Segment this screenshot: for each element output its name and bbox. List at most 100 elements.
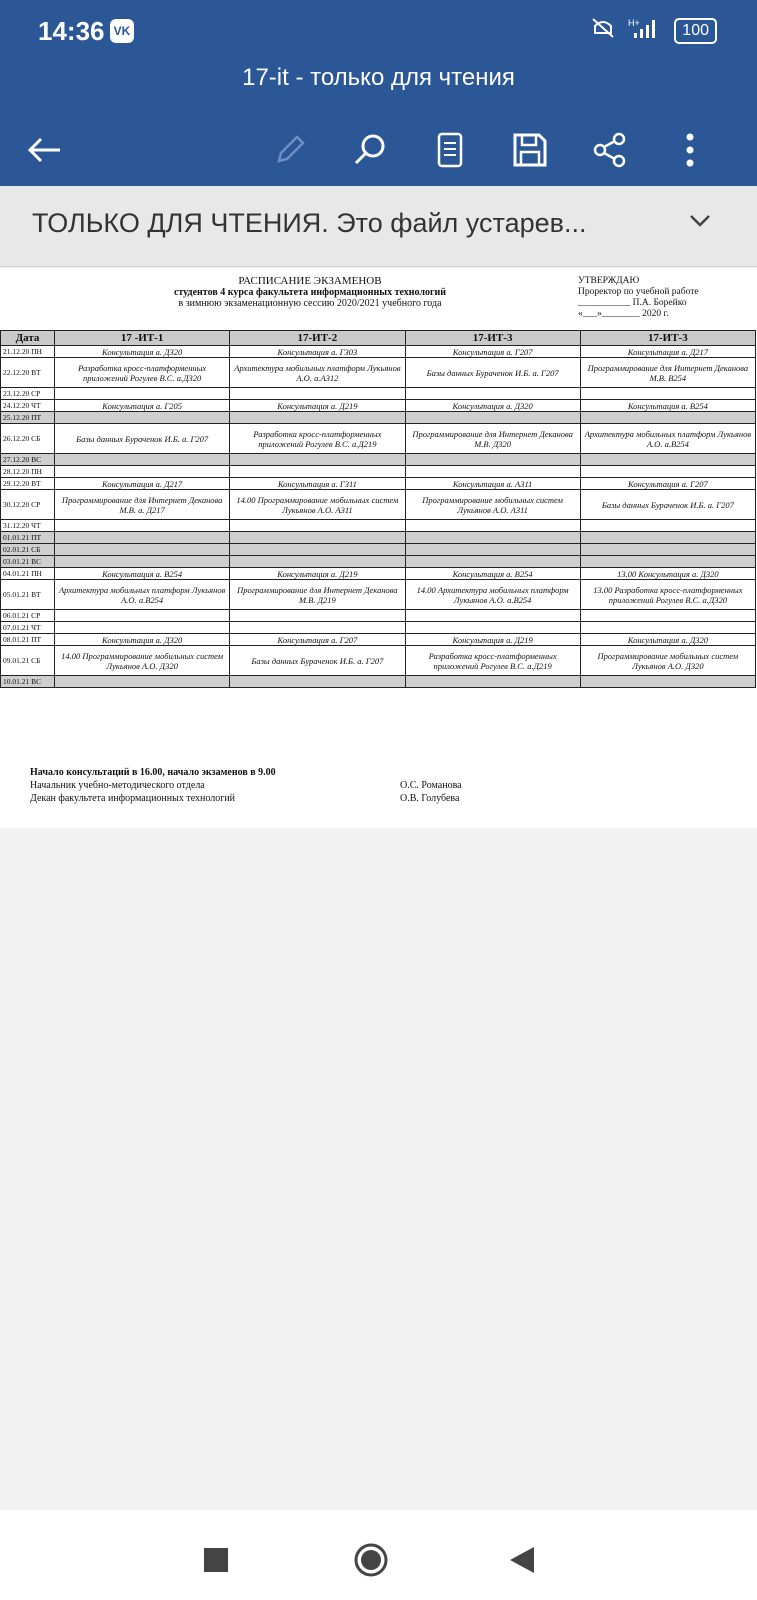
doc-subtitle-2: в зимнюю экзаменационную сессию 2020/202… xyxy=(178,298,442,309)
table-row: 02.01.21 СБ xyxy=(0,543,757,556)
exam-cell: Базы данных Бураченок И.Б. а. Г207 xyxy=(404,357,581,388)
toolbar xyxy=(0,122,757,182)
exam-cell xyxy=(404,621,581,634)
date-cell: 22.12.20 ВТ xyxy=(0,357,55,388)
exam-cell xyxy=(53,387,231,400)
exam-cell: 13.00 Разработка кросс-платформенных при… xyxy=(579,579,757,610)
approve-line-4: «___»________ 2020 г. xyxy=(578,309,669,319)
exam-cell xyxy=(579,555,757,568)
doc-subtitle-1: студентов 4 курса факультета информацион… xyxy=(173,287,447,298)
exam-cell: Консультация а. Д320 xyxy=(404,399,581,412)
table-row: 08.01.21 ПТ Консультация а. Д320 Консульта… xyxy=(0,633,757,646)
chevron-down-icon[interactable] xyxy=(689,214,711,233)
exam-cell xyxy=(579,543,757,556)
exam-cell: Программирование мобильных систем Лукьян… xyxy=(404,489,581,520)
date-cell: 25.12.20 ПТ xyxy=(0,411,55,424)
exam-cell: Разработка кросс-платформенных приложени… xyxy=(229,423,406,454)
exam-cell xyxy=(579,453,757,466)
back-button[interactable] xyxy=(492,1530,552,1590)
exam-cell xyxy=(229,609,406,622)
exam-cell xyxy=(53,609,231,622)
share-icon[interactable] xyxy=(582,122,638,178)
footer-line-2: Начальник учебно-методического отдела О.С… xyxy=(30,779,462,792)
pencil-icon[interactable] xyxy=(262,122,318,178)
exam-cell: Консультация а. А311 xyxy=(404,477,581,490)
exam-cell: Консультация а. В254 xyxy=(579,399,757,412)
status-icons: H+ 100 xyxy=(590,16,717,45)
exam-cell: Базы данных Бураченок И.Б. а. Г207 xyxy=(579,489,757,520)
table-row: 27.12.20 ВС xyxy=(0,453,757,466)
exam-cell: Программирование для Интернет Деканова М… xyxy=(579,357,757,388)
exam-cell xyxy=(579,411,757,424)
exam-cell: Консультация а. Д320 xyxy=(53,633,231,646)
footer-position: Начальник учебно-методического отдела xyxy=(30,780,205,791)
footer-position: Декан факультета информационных технолог… xyxy=(30,793,236,804)
date-cell: 27.12.20 ВС xyxy=(0,453,55,466)
approve-line-2: Проректор по учебной работе xyxy=(578,287,699,297)
doc-title: РАСПИСАНИЕ ЭКЗАМЕНОВ xyxy=(238,275,382,287)
status-bar: 14:36 VK H+ 100 xyxy=(0,0,757,62)
footer-signer: О.В. Голубева xyxy=(400,793,460,804)
back-arrow-icon[interactable] xyxy=(16,122,72,178)
recents-button[interactable] xyxy=(186,1530,246,1590)
table-row: 29.12.20 ВТ Консультация а. Д217 Консульта… xyxy=(0,477,757,490)
table-row: 05.01.21 ВТ Архитектура мобильных платфор… xyxy=(0,579,757,610)
exam-cell xyxy=(229,543,406,556)
date-cell: 01.01.21 ПТ xyxy=(0,531,55,544)
exam-cell xyxy=(53,543,231,556)
home-button[interactable] xyxy=(341,1530,401,1590)
date-cell: 09.01.21 СБ xyxy=(0,645,55,676)
exam-cell: Консультация а. Г205 xyxy=(53,399,231,412)
exam-cell xyxy=(229,465,406,478)
exam-cell xyxy=(53,465,231,478)
exam-cell xyxy=(229,453,406,466)
exam-cell xyxy=(404,531,581,544)
exam-cell: Архитектура мобильных платформ Лукьянов … xyxy=(53,579,231,610)
exam-cell xyxy=(229,555,406,568)
exam-cell: Консультация а. Г311 xyxy=(229,477,406,490)
more-vert-icon[interactable] xyxy=(662,122,718,178)
document-page: РАСПИСАНИЕ ЭКЗАМЕНОВ студентов 4 курса ф… xyxy=(0,268,757,828)
date-cell: 31.12.20 ЧТ xyxy=(0,519,55,532)
date-cell: 05.01.21 ВТ xyxy=(0,579,55,610)
exam-cell xyxy=(579,609,757,622)
reader-icon[interactable] xyxy=(422,122,478,178)
exam-cell xyxy=(579,387,757,400)
date-cell: 03.01.21 ВС xyxy=(0,555,55,568)
table-row: 01.01.21 ПТ xyxy=(0,531,757,544)
search-icon[interactable] xyxy=(342,122,398,178)
exam-cell xyxy=(579,465,757,478)
exam-cell xyxy=(53,621,231,634)
exam-cell xyxy=(404,519,581,532)
exam-cell: Консультация а. Д217 xyxy=(53,477,231,490)
date-cell: 29.12.20 ВТ xyxy=(0,477,55,490)
exam-cell xyxy=(229,387,406,400)
exam-cell: Консультация а. Д320 xyxy=(579,633,757,646)
exam-cell xyxy=(404,675,581,688)
footer-note: Начало консультаций в 16.00, начало экза… xyxy=(30,767,276,778)
table-row: 10.01.21 ВС xyxy=(0,675,757,688)
date-cell: 24.12.20 ЧТ xyxy=(0,399,55,412)
signal-icon: H+ xyxy=(628,17,662,44)
read-only-banner[interactable]: ТОЛЬКО ДЛЯ ЧТЕНИЯ. Это файл устарев... xyxy=(0,186,757,267)
exam-cell: Консультация а. Г207 xyxy=(229,633,406,646)
table-row: 26.12.20 СБ Базы данных Бураченок И.Б. а.… xyxy=(0,423,757,454)
exam-cell: Базы данных Бураченок И.Б. а. Г207 xyxy=(229,645,406,676)
exam-cell: Консультация а. Д217 xyxy=(579,345,757,358)
save-icon[interactable] xyxy=(502,122,558,178)
exam-cell xyxy=(579,519,757,532)
exam-cell: Программирование для Интернет Деканова М… xyxy=(229,579,406,610)
date-cell: 07.01.21 ЧТ xyxy=(0,621,55,634)
approve-line-3: ___________ П.А. Борейко xyxy=(578,298,687,308)
exam-cell xyxy=(53,675,231,688)
exam-cell: Консультация а. Д219 xyxy=(404,633,581,646)
exam-cell: Базы данных Бураченок И.Б. а. Г207 xyxy=(53,423,231,454)
exam-cell: Консультация а. Г207 xyxy=(404,345,581,358)
system-nav-bar xyxy=(0,1510,757,1600)
header-group: 17-ИТ-3 xyxy=(579,330,757,346)
exam-cell xyxy=(579,531,757,544)
exam-cell xyxy=(404,453,581,466)
table-row: 03.01.21 ВС xyxy=(0,555,757,568)
header-group: 17 -ИТ-1 xyxy=(53,330,231,346)
exam-cell: Консультация а. В254 xyxy=(404,567,581,580)
